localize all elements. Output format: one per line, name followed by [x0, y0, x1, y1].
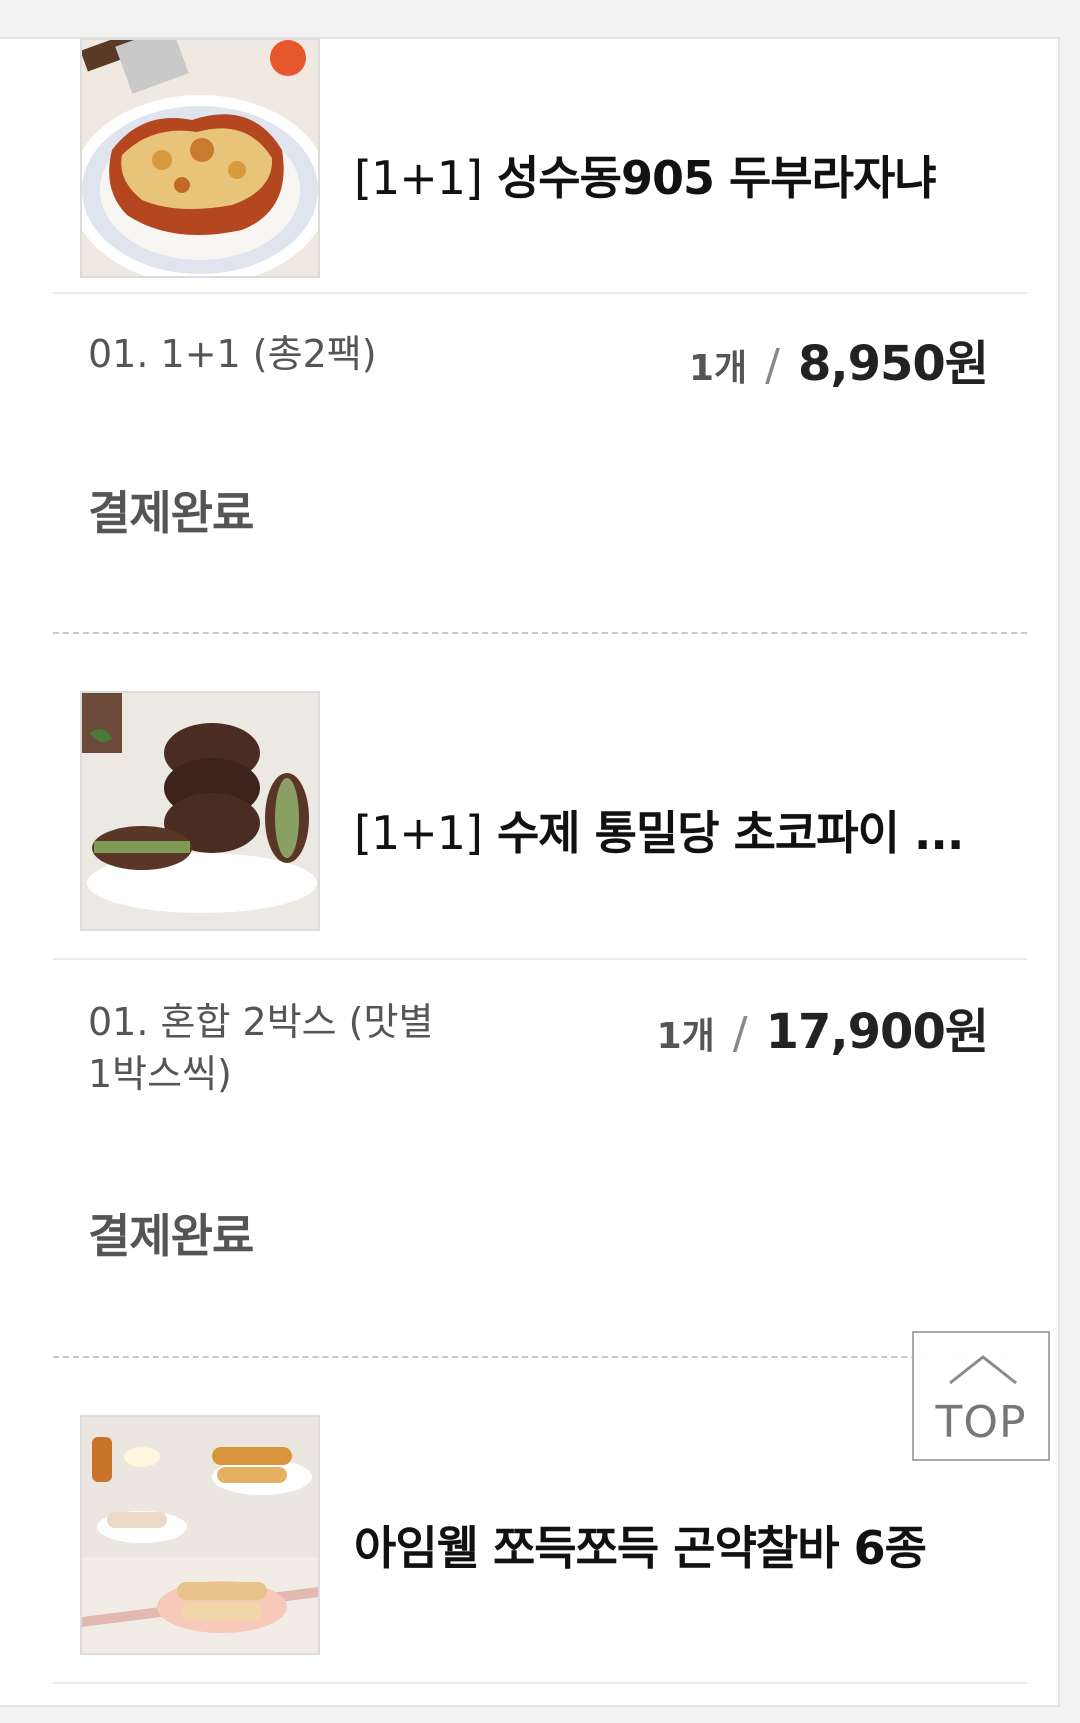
- chocopie-product-image[interactable]: [80, 691, 320, 931]
- lasagna-product-image[interactable]: [80, 39, 320, 278]
- divider: [53, 958, 1027, 960]
- product-name[interactable]: [1+1] 성수동905 두부라자냐: [354, 142, 1030, 208]
- slash-divider: /: [732, 1008, 748, 1059]
- product-name-prefix: [1+1]: [354, 151, 483, 205]
- divider: [53, 1682, 1027, 1684]
- price: 17,900원: [765, 1004, 989, 1060]
- quantity-price: 1개 / 8,950원: [689, 324, 989, 394]
- dashed-divider: [53, 1356, 1027, 1358]
- product-name-text: 수제 통밀당 초코파이 ...: [496, 806, 964, 860]
- product-name-prefix: [1+1]: [354, 806, 483, 860]
- order-status: 결제완료: [88, 1209, 254, 1263]
- order-list-page: [1+1] 성수동905 두부라자냐 01. 1+1 (총2팩) 1개 / 8,95…: [0, 0, 1080, 1723]
- konjac-bar-product-image[interactable]: [80, 1415, 320, 1655]
- product-name-text: 성수동905 두부라자냐: [496, 151, 937, 205]
- quantity-price: 1개 / 17,900원: [656, 992, 989, 1062]
- product-name-text: 아임웰 쪼득쪼득 곤약찰바 6종: [354, 1521, 927, 1575]
- quantity: 1개: [656, 1016, 715, 1057]
- order-status: 결제완료: [88, 486, 254, 540]
- quantity: 1개: [689, 348, 748, 389]
- scroll-to-top-button[interactable]: TOP: [912, 1331, 1050, 1461]
- chevron-up-icon: [949, 1355, 1017, 1385]
- product-name[interactable]: 아임웰 쪼득쪼득 곤약찰바 6종: [354, 1512, 1030, 1578]
- product-name[interactable]: [1+1] 수제 통밀당 초코파이 ...: [354, 797, 1030, 863]
- divider: [53, 292, 1027, 294]
- dashed-divider: [53, 632, 1027, 634]
- order-option: 01. 혼합 2박스 (맛별 1박스씩): [88, 1000, 434, 1096]
- order-list-panel: [1+1] 성수동905 두부라자냐 01. 1+1 (총2팩) 1개 / 8,95…: [0, 37, 1060, 1707]
- price: 8,950원: [798, 336, 989, 392]
- slash-divider: /: [765, 340, 780, 391]
- top-button-label: TOP: [935, 1397, 1027, 1448]
- order-option: 01. 1+1 (총2팩): [88, 332, 377, 376]
